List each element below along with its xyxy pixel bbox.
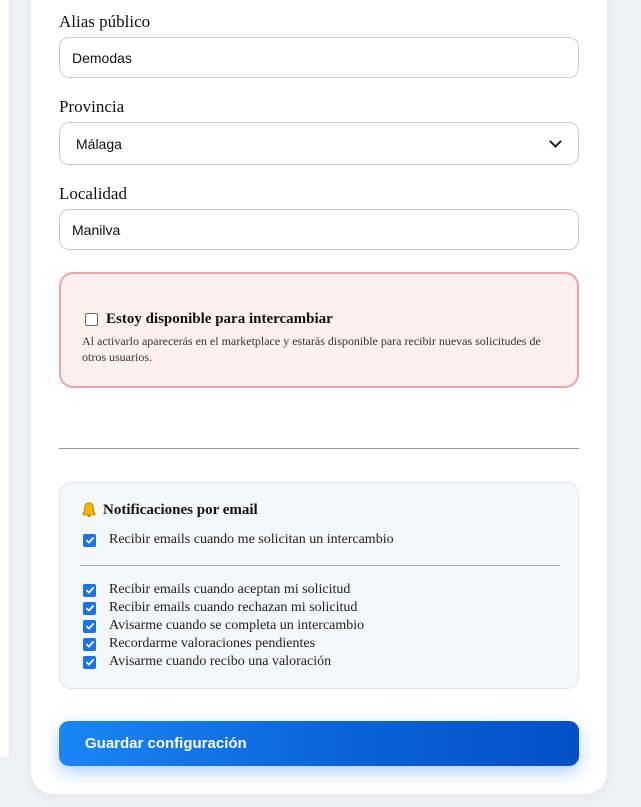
bell-icon xyxy=(82,502,96,518)
notif-option-label: Recibir emails cuando aceptan mi solicit… xyxy=(109,582,351,597)
chevron-down-icon xyxy=(549,134,562,148)
locality-label: Localidad xyxy=(59,184,127,203)
availability-label: Estoy disponible para intercambiar xyxy=(106,311,333,327)
checkbox-checked[interactable] xyxy=(83,655,96,669)
province-select[interactable]: Málaga xyxy=(59,122,579,165)
notifications-separator xyxy=(80,565,560,566)
left-sidebar-edge xyxy=(0,0,10,757)
province-selected-value: Málaga xyxy=(76,135,122,152)
notif-option-label: Recordarme valoraciones pendientes xyxy=(109,636,316,651)
notif-option-rating-received[interactable]: Avisarme cuando recibo una valoración xyxy=(83,654,331,670)
availability-toggle-row[interactable]: Estoy disponible para intercambiar xyxy=(85,311,333,328)
checkbox-checked[interactable] xyxy=(83,637,96,651)
checkbox-checked[interactable] xyxy=(83,601,96,615)
checkbox-checked[interactable] xyxy=(83,619,96,633)
notif-option-exchange-completed[interactable]: Avisarme cuando se completa un intercamb… xyxy=(83,618,364,634)
notif-option-label: Avisarme cuando se completa un intercamb… xyxy=(109,618,365,633)
checkbox-checked[interactable] xyxy=(83,583,96,597)
province-label: Provincia xyxy=(59,97,125,116)
notif-option-request-rejected[interactable]: Recibir emails cuando rechazan mi solici… xyxy=(83,600,357,616)
notif-option-request-accepted[interactable]: Recibir emails cuando aceptan mi solicit… xyxy=(83,582,350,598)
notifications-heading: Notificaciones por email xyxy=(80,501,258,519)
notif-option-label: Recibir emails cuando me solicitan un in… xyxy=(109,532,394,547)
email-notifications-panel: Notificaciones por email Recibir emails … xyxy=(59,482,579,689)
alias-input[interactable] xyxy=(59,37,579,78)
section-divider xyxy=(59,448,579,449)
locality-input[interactable] xyxy=(59,209,579,250)
notif-option-pending-ratings[interactable]: Recordarme valoraciones pendientes xyxy=(83,636,315,652)
checkbox-checked[interactable] xyxy=(83,533,96,547)
save-settings-button[interactable]: Guardar configuración xyxy=(59,721,579,766)
availability-checkbox[interactable] xyxy=(85,313,98,326)
alias-label: Alias público xyxy=(59,12,151,31)
notif-option-label: Recibir emails cuando rechazan mi solici… xyxy=(109,600,358,615)
notifications-title: Notificaciones por email xyxy=(103,501,258,518)
availability-panel: Estoy disponible para intercambiar Al ac… xyxy=(59,272,579,388)
notif-option-label: Avisarme cuando recibo una valoración xyxy=(109,654,332,669)
availability-description: Al activarlo aparecerás en el marketplac… xyxy=(82,334,541,364)
notif-option-request-received[interactable]: Recibir emails cuando me solicitan un in… xyxy=(83,532,394,548)
